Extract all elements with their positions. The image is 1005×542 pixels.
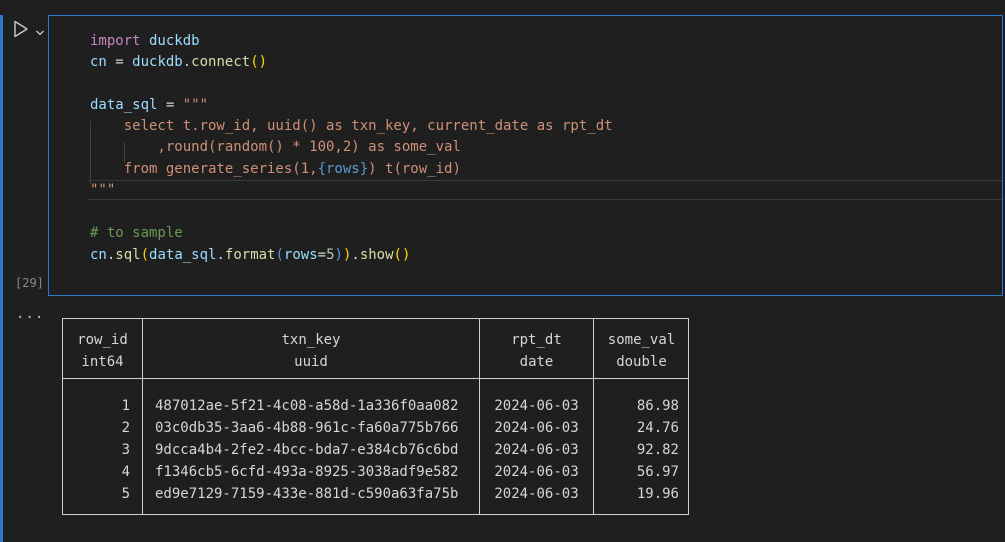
output-actions-menu[interactable]: ... [16,306,44,322]
code-token: cn [90,54,107,70]
code-token: show [359,247,394,263]
code-token: connect [191,54,251,70]
column-header-type: int64 [81,354,124,370]
code-line: select t.row_id, uuid() as txn_key, curr… [90,116,613,137]
code-token: """ [182,97,209,113]
code-token: ) t(row_id) [368,161,461,177]
column-header-name: txn_key [281,332,341,348]
table-cell: 2024-06-03 [494,420,579,436]
code-line: cn = duckdb.connect() [90,52,267,73]
code-token: () [250,54,268,70]
code-token: ) [334,247,343,263]
table-cell: 03c0db35-3aa6-4b88-961c-fa60a775b766 [155,420,459,436]
table-cell: 86.98 [636,398,679,414]
table-cell: 2024-06-03 [494,398,579,414]
code-line: import duckdb [90,31,200,52]
table-cell: ed9e7129-7159-433e-881d-c590a63fa75b [155,486,459,502]
column-header-type: uuid [294,354,328,370]
code-token: {rows} [317,161,369,177]
table-cell: 4 [121,464,130,480]
code-token: . [351,247,360,263]
code-editor-area[interactable]: import duckdb cn = duckdb.connect() data_s… [49,16,1002,295]
table-cell: 2024-06-03 [494,442,579,458]
table-cell: 19.96 [636,486,679,502]
code-line: # to sample [90,223,183,244]
header-separator [63,378,688,379]
code-line: """ [90,180,115,201]
table-cell: 1 [121,398,130,414]
code-token: format [224,247,276,263]
output-table: row_id int64 txn_keyuuid rpt_dtdate some_val… [62,318,689,515]
code-token: = [157,97,183,113]
code-token: cn [90,247,107,263]
chevron-down-icon [36,30,44,36]
table-cell: 56.97 [636,464,679,480]
table-cell: 2 [121,420,130,436]
code-token: = [317,247,327,263]
code-token: rows [283,247,318,263]
run-cell-button[interactable] [13,20,29,38]
code-line: ,round(random() * 100,2) as some_val [90,137,461,158]
code-token: sql [115,247,141,263]
table-cell: f1346cb5-6cfd-493a-8925-3038adf9e582 [155,464,459,480]
code-line: from generate_series(1,{rows}) t(row_id) [90,159,461,180]
code-token: . [182,54,192,70]
code-token: from generate_series(1, [90,161,318,177]
column-header-type: date [519,354,554,370]
code-line: cn.sql(data_sql.format(rows=5)).show() [90,245,410,266]
column-header-name: some_val [607,332,676,348]
code-token: # to sample [90,225,183,241]
table-cell: 24.76 [636,420,679,436]
code-token: ( [140,247,150,263]
code-token: ,round(random() * 100,2) as some_val [90,139,461,155]
table-cell: 92.82 [636,442,679,458]
code-token: """ [90,182,116,198]
column-header-type: double [616,354,667,370]
execution-count: [29] [15,276,44,290]
current-line-highlight [88,180,1002,200]
code-token: = [106,54,133,70]
code-token: () [393,247,411,263]
run-options-dropdown[interactable] [35,23,45,36]
code-line: data_sql = """ [90,95,208,116]
cell-gutter: [29] ... [3,0,48,542]
code-token: 5 [326,247,335,263]
column-header-name: rpt_dt [511,332,562,348]
table-cell: 487012ae-5f21-4c08-a58d-1a336f0aa082 [155,398,459,414]
code-token: import [90,33,141,49]
code-token: data_sql [149,247,217,263]
table-cell: 9dcca4b4-2fe2-4bcc-bda7-e384cb76c6bd [155,442,459,458]
table-cell: 3 [121,442,130,458]
table-cell: 5 [121,486,130,502]
table-cell: 2024-06-03 [494,486,579,502]
code-token: duckdb [132,54,183,70]
play-icon [14,20,28,38]
code-token: select t.row_id, uuid() as txn_key, curr… [90,118,613,134]
column-header-name: row_id [77,332,128,348]
code-cell-editor[interactable]: import duckdb cn = duckdb.connect() data_s… [48,15,1003,296]
code-token: data_sql [90,97,158,113]
code-token: . [216,247,225,263]
code-token: duckdb [140,33,200,49]
table-cell: 2024-06-03 [494,464,579,480]
code-token: ( [275,247,284,263]
